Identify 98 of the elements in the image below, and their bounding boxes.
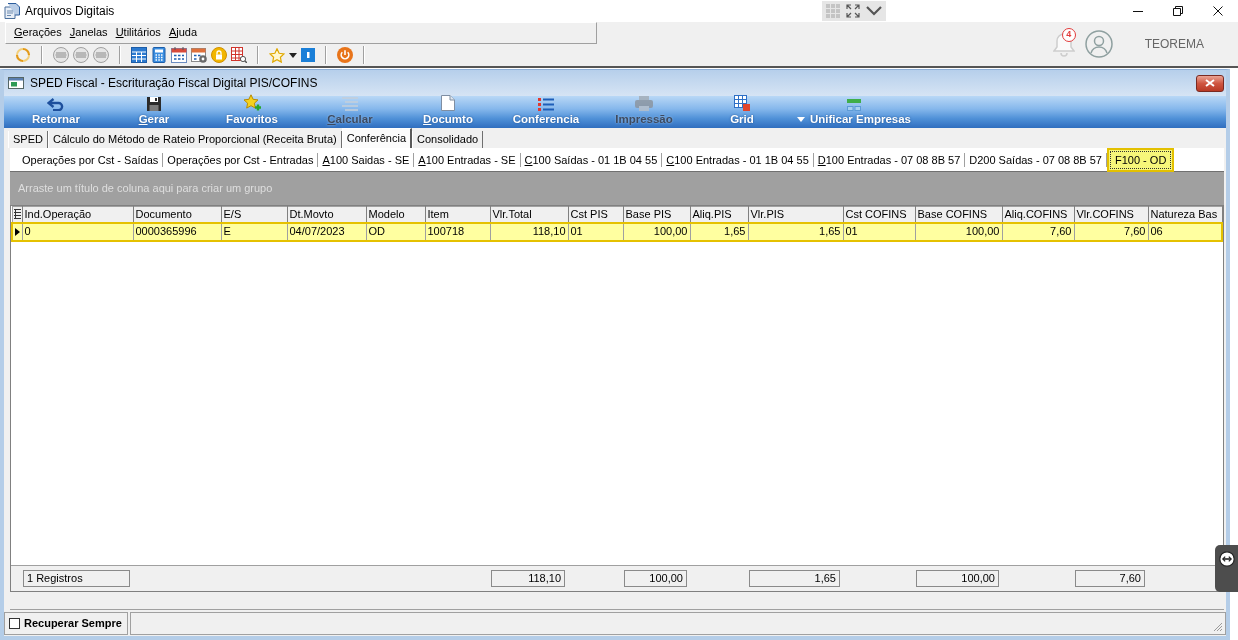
table-cell: 7,60 xyxy=(1074,222,1148,241)
record-count: 1 Registros xyxy=(23,570,130,587)
table-cell: 100,00 xyxy=(915,222,1002,241)
restore-icon xyxy=(1173,6,1183,16)
column-header[interactable]: Base PIS xyxy=(623,206,690,223)
printer-icon xyxy=(635,96,653,111)
close-button[interactable] xyxy=(1196,74,1224,92)
column-header[interactable]: Modelo xyxy=(366,206,425,223)
resize-grip-icon[interactable] xyxy=(1213,622,1223,632)
table-cell: 04/07/2023 xyxy=(287,222,366,241)
column-header[interactable]: Item xyxy=(425,206,490,223)
column-header[interactable]: Vlr.Total xyxy=(490,206,568,223)
sub-tab[interactable]: C100 Saídas - 01 1B 04 55 xyxy=(520,152,663,167)
calculator-icon[interactable] xyxy=(151,47,167,63)
close-icon xyxy=(1205,79,1215,87)
document-icon xyxy=(441,95,455,111)
sub-tab[interactable]: Operações por Cst - Saídas xyxy=(18,152,164,167)
column-header[interactable]: E/S xyxy=(221,206,287,223)
menu-item[interactable]: Utilitários xyxy=(111,26,165,40)
document-title: SPED Fiscal - Escrituração Fiscal Digital PIS/COFINS xyxy=(30,75,318,91)
column-header[interactable]: Cst PIS xyxy=(568,206,623,223)
lock-icon[interactable] xyxy=(211,47,227,63)
user-avatar-icon[interactable] xyxy=(1084,30,1113,58)
column-total: 118,10 xyxy=(491,570,565,587)
list-icon xyxy=(342,97,358,111)
calendar-gear-icon[interactable] xyxy=(191,47,207,63)
table-cell: 06 xyxy=(1148,222,1222,241)
column-header[interactable]: Vlr.PIS xyxy=(748,206,843,223)
table-icon[interactable] xyxy=(131,47,147,63)
table-cell: 100,00 xyxy=(623,222,690,241)
caret-icon xyxy=(797,117,805,122)
table-cell: OD xyxy=(366,222,425,241)
table-cell: 0 xyxy=(22,222,133,241)
column-header[interactable]: Ind.Operação xyxy=(22,206,133,223)
return-arrow-icon xyxy=(47,98,65,111)
table-cell: 118,10 xyxy=(490,222,568,241)
column-total: 100,00 xyxy=(916,570,999,587)
expand-icon[interactable] xyxy=(846,4,860,18)
bulleted-list-icon xyxy=(538,98,554,111)
table-search-icon[interactable] xyxy=(231,47,247,63)
table-cell: 7,60 xyxy=(1002,222,1074,241)
sub-tab[interactable]: F100 - OD xyxy=(1107,147,1175,172)
column-header[interactable]: Documento xyxy=(133,206,221,223)
user-name: TEOREMA xyxy=(1144,36,1204,52)
window-title: Arquivos Digitais xyxy=(25,3,115,19)
column-header[interactable]: Aliq.PIS xyxy=(690,206,748,223)
tab[interactable]: Conferência xyxy=(341,128,412,148)
table-cell: 01 xyxy=(568,222,623,241)
power-icon[interactable] xyxy=(337,47,353,63)
column-total: 100,00 xyxy=(624,570,687,587)
checkbox[interactable] xyxy=(9,618,20,629)
sub-tab[interactable]: D200 Saídas - 07 08 8B 57 xyxy=(965,152,1107,167)
panel-icon[interactable] xyxy=(301,48,315,62)
table-cell: 01 xyxy=(843,222,915,241)
caret-icon[interactable] xyxy=(289,52,297,58)
sub-tab[interactable]: C100 Entradas - 01 1B 04 55 xyxy=(662,152,814,167)
table-cell: 1,65 xyxy=(690,222,748,241)
app-icon xyxy=(4,3,20,19)
close-icon xyxy=(1213,6,1223,16)
sub-tab[interactable]: A100 Saidas - SE xyxy=(318,152,415,167)
sub-tab[interactable]: D100 Entradas - 07 08 8B 57 xyxy=(813,152,966,167)
arrows-circle-icon xyxy=(1218,551,1235,567)
disc-icon[interactable] xyxy=(93,47,109,63)
grid-icon xyxy=(734,95,750,111)
star-plus-icon xyxy=(243,94,261,111)
stacked-bars-icon xyxy=(846,99,862,111)
sub-tab[interactable]: A100 Entradas - SE xyxy=(414,152,521,167)
menu-item[interactable]: Gerações xyxy=(10,26,66,40)
calendar-icon[interactable] xyxy=(171,47,187,63)
column-total: 1,65 xyxy=(749,570,840,587)
column-header[interactable]: Aliq.COFINS xyxy=(1002,206,1074,223)
sub-tab[interactable]: Operações por Cst - Entradas xyxy=(163,152,319,167)
table-cell: E xyxy=(221,222,287,241)
notification-count: 4 xyxy=(1061,27,1076,42)
star-icon[interactable] xyxy=(269,47,285,63)
group-by-hint: Arraste um título de coluna aqui para criar um grupo xyxy=(18,181,273,196)
window-icon xyxy=(8,77,24,89)
column-header[interactable]: Base COFINS xyxy=(915,206,1002,223)
menu-item[interactable]: Ajuda xyxy=(164,26,201,40)
table-cell: 100718 xyxy=(425,222,490,241)
menu-item[interactable]: Janelas xyxy=(65,26,112,40)
row-pointer-icon xyxy=(14,227,20,236)
column-header[interactable]: Vlr.COFINS xyxy=(1074,206,1148,223)
table-cell: 1,65 xyxy=(748,222,843,241)
disc-icon[interactable] xyxy=(53,47,69,63)
side-panel-tab[interactable] xyxy=(1215,545,1238,592)
column-header[interactable]: Natureza Bas xyxy=(1148,206,1222,223)
column-total: 7,60 xyxy=(1075,570,1145,587)
column-header[interactable]: Dt.Movto xyxy=(287,206,366,223)
minimize-icon xyxy=(1133,10,1143,12)
column-header[interactable]: Cst COFINS xyxy=(843,206,915,223)
save-icon xyxy=(147,97,161,111)
disc-icon[interactable] xyxy=(73,47,89,63)
chevron-down-icon[interactable] xyxy=(866,6,882,16)
grid-dots-icon[interactable] xyxy=(826,4,840,18)
table-row[interactable]: 0 0000365996 E 04/07/2023 OD 100718 118,10 01 100,00 1,65 1,65 01 100,00 7,60 7,60 06 xyxy=(12,222,1222,241)
table-cell: 0000365996 xyxy=(133,222,221,241)
column-chooser-icon[interactable] xyxy=(13,209,21,220)
